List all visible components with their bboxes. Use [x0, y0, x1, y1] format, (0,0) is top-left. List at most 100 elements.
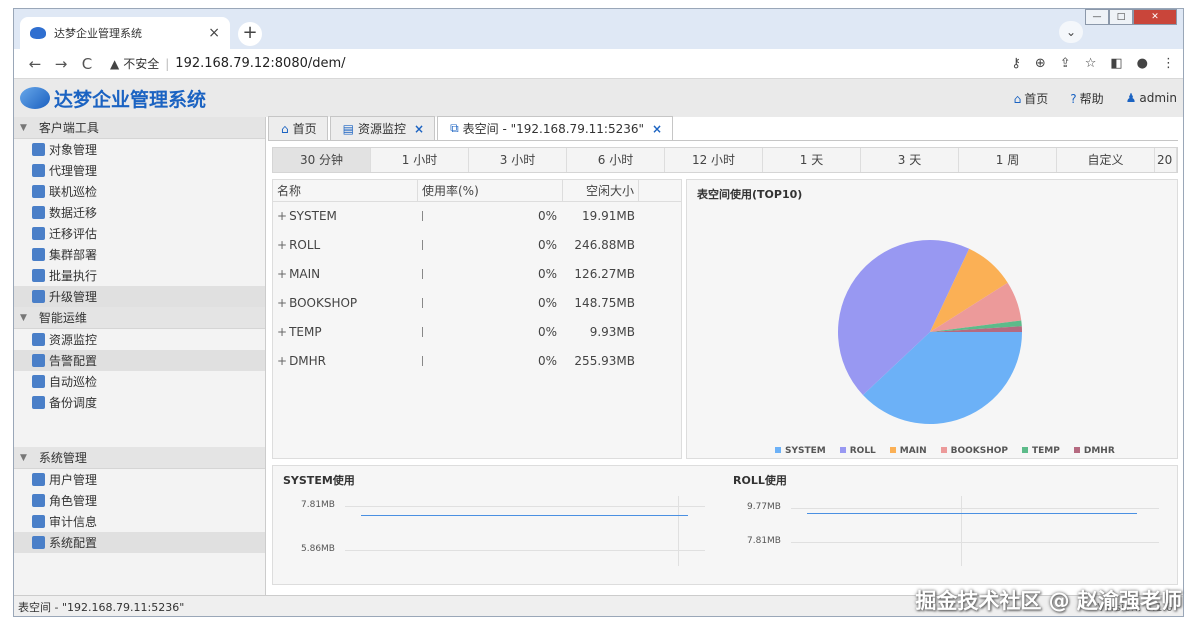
collapse-caret-icon: ▼	[20, 122, 27, 133]
tab-resource-monitor[interactable]: ▤ 资源监控 ×	[329, 116, 436, 140]
url-input[interactable]: 192.168.79.12:8080/dem/	[175, 56, 345, 71]
sidebar-item-alert-config[interactable]: 告警配置	[14, 350, 265, 371]
close-window-button[interactable]: ✕	[1133, 9, 1177, 25]
legend-item[interactable]: SYSTEM	[775, 446, 826, 456]
legend-item[interactable]: BOOKSHOP	[940, 446, 1008, 456]
upgrade-icon	[32, 290, 45, 303]
watermark-text: 掘金技术社区 @ 赵渝强老师	[915, 589, 1182, 613]
table-row[interactable]: + SYSTEM 0% 19.91MB	[273, 202, 681, 231]
key-icon[interactable]: ⚷	[1011, 56, 1021, 71]
tab-tablespace[interactable]: ⧉ 表空间 - "192.168.79.11:5236" ×	[437, 116, 674, 140]
legend-item[interactable]: TEMP	[1022, 446, 1060, 456]
sidebar-item-upgrade[interactable]: 升级管理	[14, 286, 265, 307]
range-1h[interactable]: 1 小时	[371, 148, 469, 172]
evaluate-icon	[32, 227, 45, 240]
collapse-caret-icon: ▼	[20, 312, 27, 323]
bookmark-star-icon[interactable]: ☆	[1085, 56, 1097, 71]
gridline	[678, 496, 679, 566]
share-icon[interactable]: ⇪	[1060, 56, 1071, 71]
sidebar-item-audit-info[interactable]: 审计信息	[14, 511, 265, 532]
table-row[interactable]: + DMHR 0% 255.93MB	[273, 347, 681, 376]
new-tab-button[interactable]: +	[238, 22, 262, 46]
home-link[interactable]: ⌂ 首页	[1014, 90, 1049, 107]
menu-icon[interactable]: ⋮	[1162, 56, 1175, 71]
row-usage: 0%	[418, 231, 563, 260]
sidebar-item-role-mgmt[interactable]: 角色管理	[14, 490, 265, 511]
sidebar-group-system-mgmt[interactable]: ▼ 系统管理	[14, 447, 265, 469]
dameng-logo-icon	[20, 87, 50, 109]
warning-icon[interactable]: ▲	[110, 57, 119, 71]
column-free[interactable]: 空闲大小	[563, 180, 639, 201]
tab-search-chevron-icon[interactable]: ⌄	[1059, 21, 1083, 43]
close-icon[interactable]: ×	[652, 122, 662, 136]
insecure-label[interactable]: 不安全	[123, 55, 159, 72]
table-row[interactable]: + TEMP 0% 9.93MB	[273, 318, 681, 347]
sidebar-item-data-migrate[interactable]: 数据迁移	[14, 202, 265, 223]
sidebar-item-agent-mgmt[interactable]: 代理管理	[14, 160, 265, 181]
usage-charts-panel: SYSTEM使用 7.81MB 5.86MB ROLL使用 9.77MB 7.8…	[272, 465, 1178, 585]
url-divider: |	[165, 56, 170, 71]
sidebar-item-migrate-eval[interactable]: 迁移评估	[14, 223, 265, 244]
range-6h[interactable]: 6 小时	[567, 148, 665, 172]
sidebar-item-object-mgmt[interactable]: 对象管理	[14, 139, 265, 160]
sidebar-group-client-tools[interactable]: ▼ 客户端工具	[14, 117, 265, 139]
user-menu[interactable]: ♟ admin	[1126, 91, 1177, 105]
close-icon[interactable]: ×	[414, 122, 424, 136]
expand-plus-icon[interactable]: +	[277, 325, 287, 339]
close-tab-icon[interactable]: ×	[208, 25, 220, 41]
browser-toolbar-icons: ⚷ ⊕ ⇪ ☆ ◧ ● ⋮	[1011, 56, 1175, 71]
range-custom[interactable]: 自定义	[1057, 148, 1155, 172]
browser-tab[interactable]: 达梦企业管理系统 ×	[20, 17, 230, 49]
expand-plus-icon[interactable]: +	[277, 267, 287, 281]
sidebar-item-system-config[interactable]: 系统配置	[14, 532, 265, 553]
table-row[interactable]: + BOOKSHOP 0% 148.75MB	[273, 289, 681, 318]
range-1d[interactable]: 1 天	[763, 148, 861, 172]
range-30min[interactable]: 30 分钟	[273, 148, 371, 172]
profile-icon[interactable]: ●	[1137, 56, 1148, 71]
batch-icon	[32, 269, 45, 282]
table-row[interactable]: + MAIN 0% 126.27MB	[273, 260, 681, 289]
sidebar-item-cluster-deploy[interactable]: 集群部署	[14, 244, 265, 265]
side-panel-icon[interactable]: ◧	[1110, 56, 1122, 71]
row-usage: 0%	[418, 260, 563, 289]
expand-plus-icon[interactable]: +	[277, 296, 287, 310]
legend-item[interactable]: DMHR	[1073, 446, 1115, 456]
range-3h[interactable]: 3 小时	[469, 148, 567, 172]
zoom-icon[interactable]: ⊕	[1035, 56, 1046, 71]
expand-plus-icon[interactable]: +	[277, 209, 287, 223]
window-controls: — □ ✕	[1085, 9, 1177, 25]
legend-item[interactable]: MAIN	[889, 446, 927, 456]
time-range-selector: 30 分钟 1 小时 3 小时 6 小时 12 小时 1 天 3 天 1 周 自…	[272, 147, 1178, 173]
sidebar-item-resource-monitor[interactable]: 资源监控	[14, 329, 265, 350]
legend-item[interactable]: ROLL	[839, 446, 876, 456]
column-name[interactable]: 名称	[273, 180, 418, 201]
minimize-button[interactable]: —	[1085, 9, 1109, 25]
gridline	[345, 506, 705, 507]
back-icon[interactable]: ←	[22, 55, 48, 73]
column-usage[interactable]: 使用率(%)	[418, 180, 563, 201]
tab-home[interactable]: ⌂ 首页	[268, 116, 328, 140]
sidebar-item-user-mgmt[interactable]: 用户管理	[14, 469, 265, 490]
maximize-button[interactable]: □	[1109, 9, 1133, 25]
sidebar-item-auto-inspect[interactable]: 自动巡检	[14, 371, 265, 392]
row-free: 19.91MB	[582, 209, 635, 223]
range-date-field[interactable]: 20	[1155, 148, 1177, 172]
sidebar-item-online-inspect[interactable]: 联机巡检	[14, 181, 265, 202]
table-row[interactable]: + ROLL 0% 246.88MB	[273, 231, 681, 260]
sidebar-item-backup-schedule[interactable]: 备份调度	[14, 392, 265, 413]
sidebar-group-smart-ops[interactable]: ▼ 智能运维	[14, 307, 265, 329]
expand-plus-icon[interactable]: +	[277, 354, 287, 368]
range-12h[interactable]: 12 小时	[665, 148, 763, 172]
legend-swatch	[1022, 447, 1029, 453]
row-usage: 0%	[418, 202, 563, 231]
forward-icon[interactable]: →	[48, 55, 74, 73]
expand-plus-icon[interactable]: +	[277, 238, 287, 252]
sidebar-item-batch-exec[interactable]: 批量执行	[14, 265, 265, 286]
legend-swatch	[1073, 447, 1080, 453]
help-link[interactable]: ? 帮助	[1070, 90, 1103, 107]
reload-icon[interactable]: C	[74, 55, 100, 73]
range-1w[interactable]: 1 周	[959, 148, 1057, 172]
backup-icon	[32, 396, 45, 409]
roll-chart-title: ROLL使用	[733, 474, 787, 487]
range-3d[interactable]: 3 天	[861, 148, 959, 172]
